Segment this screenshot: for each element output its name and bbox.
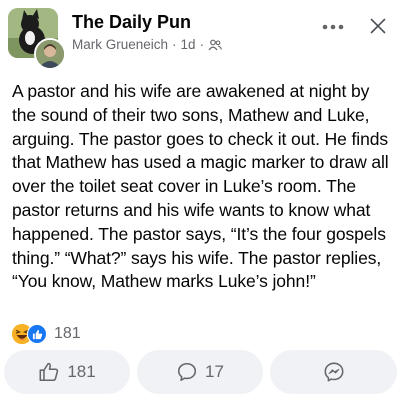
comment-icon: [178, 362, 197, 382]
like-count: 181: [67, 362, 96, 381]
post-meta: Mark Grueneich · 1d ·: [72, 37, 223, 52]
post-text: A pastor and his wife are awakened at ni…: [12, 81, 389, 292]
author-name[interactable]: Mark Grueneich: [72, 37, 168, 52]
reactions-summary[interactable]: 181: [12, 322, 81, 346]
messenger-icon: [324, 362, 343, 382]
meta-separator: ·: [172, 37, 177, 52]
thumbs-up-icon: [39, 362, 59, 382]
send-messenger-button[interactable]: [270, 350, 397, 394]
page-name[interactable]: The Daily Pun: [72, 12, 191, 33]
more-options-button[interactable]: [318, 16, 348, 38]
reaction-count: 181: [54, 325, 81, 342]
comment-button[interactable]: 17: [137, 350, 263, 394]
more-icon: [322, 24, 344, 30]
close-icon: [370, 18, 386, 34]
user-avatar[interactable]: [34, 38, 66, 70]
facebook-post: The Daily Pun Mark Grueneich · 1d · A pa…: [0, 0, 401, 403]
friends-icon: [208, 39, 223, 51]
like-button[interactable]: 181: [4, 350, 130, 394]
meta-separator: ·: [199, 37, 205, 52]
comment-count: 17: [205, 362, 224, 381]
like-reaction-icon: [27, 324, 47, 344]
post-time[interactable]: 1d: [181, 37, 196, 52]
avatar-group[interactable]: [8, 8, 66, 70]
close-button[interactable]: [364, 12, 392, 40]
